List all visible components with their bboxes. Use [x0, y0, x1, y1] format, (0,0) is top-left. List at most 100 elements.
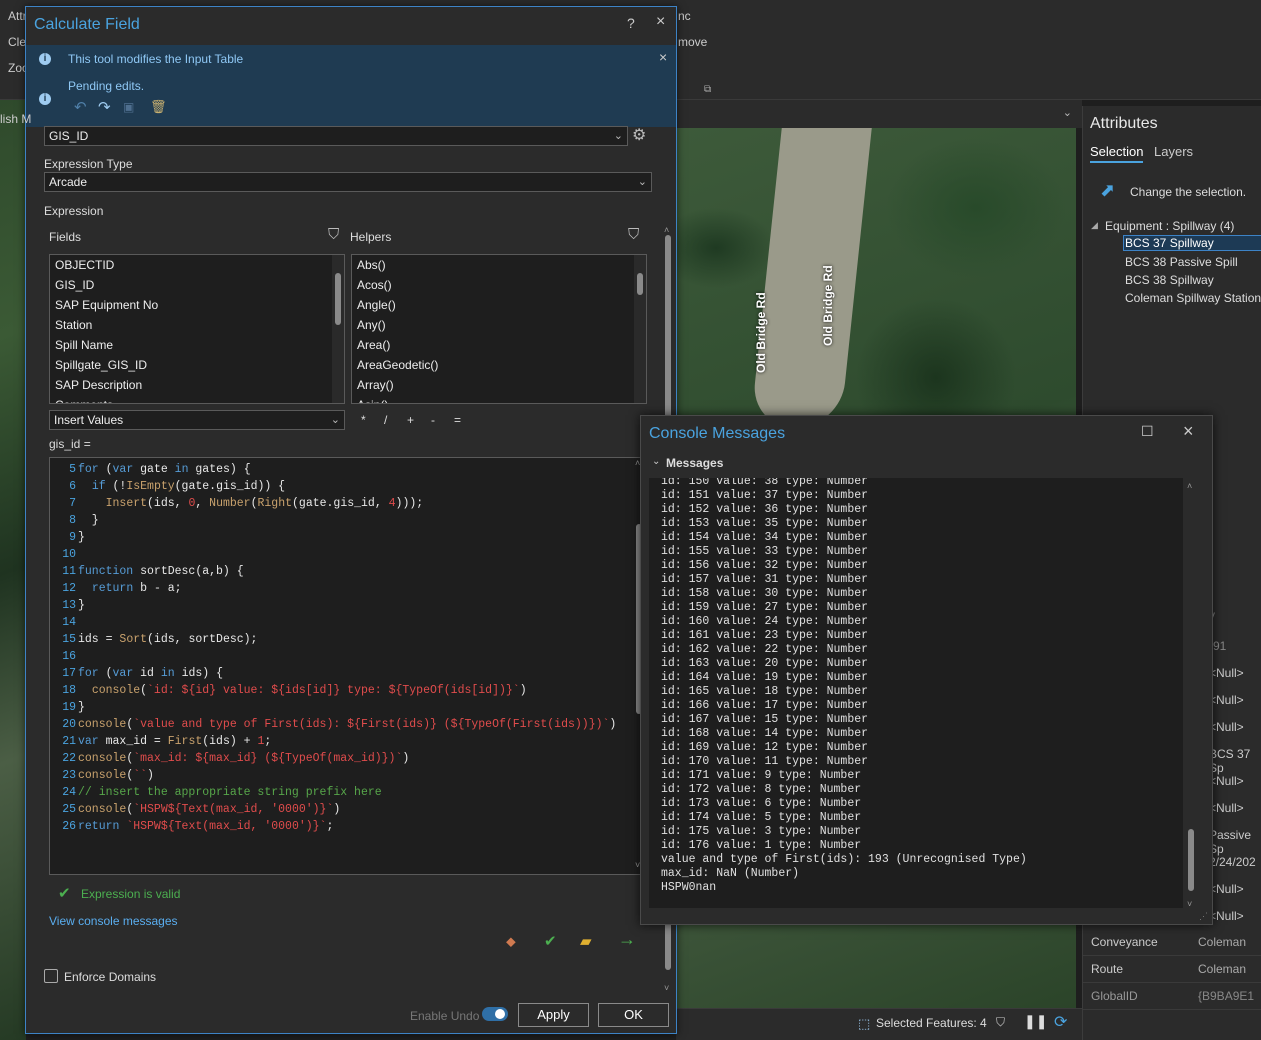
attribute-value[interactable]: <Null>	[1209, 666, 1244, 680]
list-item[interactable]: AreaGeodetic()	[352, 355, 646, 375]
operator-equals-button[interactable]: =	[454, 413, 461, 427]
scrollbar[interactable]: ˄ ˅	[1185, 481, 1197, 911]
expression-type-select[interactable]: Arcade ⌄	[44, 172, 652, 192]
list-item[interactable]: GIS_ID	[50, 275, 344, 295]
refresh-icon[interactable]: ⟳	[1054, 1012, 1067, 1032]
insert-values-select[interactable]: Insert Values ⌄	[49, 410, 345, 430]
selected-features-count[interactable]: Selected Features: 4	[876, 1016, 987, 1030]
list-item[interactable]: Asin()	[352, 395, 646, 403]
scrollbar[interactable]	[634, 255, 646, 403]
operator-divide-button[interactable]: /	[384, 413, 387, 427]
expression-editor[interactable]: 5 6 7 8 9 10 11 12 13 14 15 16 17 18 19 20 21 22 23 24 25 26 …	[49, 457, 646, 875]
code-line[interactable]: for (var id in ids) {	[78, 667, 223, 680]
scrollbar-thumb[interactable]	[335, 273, 341, 325]
code-line[interactable]: console(`HSPW${Text(max_id, '0000')}`)	[78, 803, 340, 816]
code-line[interactable]: return b - a;	[78, 582, 182, 595]
code-line[interactable]: }	[78, 531, 85, 544]
undo-icon[interactable]: ↶	[74, 98, 87, 116]
attribute-value[interactable]: Coleman	[1198, 962, 1261, 976]
maximize-icon[interactable]: ☐	[1141, 423, 1154, 440]
list-item[interactable]: Spill Name	[50, 335, 344, 355]
attribute-value[interactable]: <Null>	[1209, 801, 1244, 815]
map-view-left[interactable]	[0, 100, 26, 1040]
attribute-value[interactable]: <Null>	[1209, 882, 1244, 896]
scrollbar[interactable]	[332, 255, 344, 403]
change-selection-icon[interactable]: ⬈	[1100, 180, 1115, 201]
verify-icon[interactable]: ✔	[544, 932, 557, 950]
close-button[interactable]: ×	[656, 13, 665, 31]
help-button[interactable]: ?	[627, 15, 635, 31]
save-edits-icon[interactable]: ▣	[123, 100, 134, 114]
ribbon-attributes-label[interactable]: Attr	[8, 9, 27, 23]
filter-icon[interactable]: ⛉	[628, 226, 639, 243]
enforce-domains-checkbox[interactable]	[44, 969, 58, 983]
ribbon-remove-label[interactable]: move	[678, 35, 707, 49]
tab-layers[interactable]: Layers	[1154, 144, 1193, 159]
list-item[interactable]: Area()	[352, 335, 646, 355]
code-line[interactable]: // insert the appropriate string prefix …	[78, 786, 382, 799]
table-row[interactable]: Route Coleman	[1083, 956, 1261, 983]
chevron-down-icon[interactable]: ⌄	[652, 456, 660, 467]
list-item[interactable]: SAP Equipment No	[50, 295, 344, 315]
open-folder-icon[interactable]: ▰	[580, 932, 592, 950]
scrollbar-thumb[interactable]	[1188, 829, 1194, 891]
enable-undo-toggle[interactable]	[482, 1007, 508, 1021]
code-line[interactable]: ids = Sort(ids, sortDesc);	[78, 633, 257, 646]
code-line[interactable]: Insert(ids, 0, Number(Right(gate.gis_id,…	[78, 497, 424, 510]
operator-minus-button[interactable]: -	[431, 413, 435, 427]
list-item[interactable]: Any()	[352, 315, 646, 335]
scrollbar-thumb[interactable]	[637, 273, 643, 295]
tree-item[interactable]: Coleman Spillway Station	[1125, 291, 1261, 305]
attribute-value[interactable]: Coleman	[1198, 935, 1261, 949]
chevron-down-icon[interactable]: ⌄	[1063, 106, 1072, 119]
tree-group-spillway[interactable]: Equipment : Spillway (4)	[1105, 219, 1234, 233]
attribute-value[interactable]: <Null>	[1209, 720, 1244, 734]
scroll-up-icon[interactable]: ˄	[664, 225, 669, 235]
expand-triangle-icon[interactable]: ◢	[1091, 220, 1098, 231]
filter-icon[interactable]: ⛉	[996, 1015, 1005, 1030]
discard-edits-icon[interactable]: 🗑	[150, 99, 167, 115]
tree-item[interactable]: BCS 38 Passive Spill	[1125, 255, 1238, 269]
code-line[interactable]: console(`value and type of First(ids): $…	[78, 718, 616, 731]
code-line[interactable]: var max_id = First(ids) + 1;	[78, 735, 271, 748]
field-name-select[interactable]: GIS_ID ⌄	[44, 126, 628, 146]
resize-grip-icon[interactable]: ⋰	[1199, 911, 1208, 922]
attribute-value[interactable]: Passive Sp	[1209, 828, 1261, 856]
code-line[interactable]: }	[78, 599, 85, 612]
code-line[interactable]: console(`id: ${id} value: ${ids[id]} typ…	[78, 684, 527, 697]
code-line[interactable]: console(`max_id: ${max_id} (${TypeOf(max…	[78, 752, 409, 765]
scroll-down-icon[interactable]: ˅	[1187, 899, 1192, 909]
list-item[interactable]: Array()	[352, 375, 646, 395]
clear-expression-icon[interactable]: ⬥	[506, 933, 516, 950]
operator-plus-button[interactable]: +	[407, 413, 414, 427]
scroll-down-icon[interactable]: ˅	[664, 983, 669, 993]
attribute-value[interactable]: 2/24/202	[1209, 855, 1256, 869]
filter-icon[interactable]: ⛉	[328, 226, 339, 243]
close-icon[interactable]: ×	[659, 49, 667, 65]
attribute-value[interactable]: {B9BA9E1	[1198, 989, 1261, 1003]
messages-section-header[interactable]: Messages	[666, 456, 723, 470]
export-arrow-icon[interactable]: →	[618, 929, 636, 950]
attribute-value[interactable]: <Null>	[1209, 909, 1244, 923]
code-line[interactable]: function sortDesc(a,b) {	[78, 565, 244, 578]
code-line[interactable]: }	[78, 514, 99, 527]
gear-icon[interactable]: ⚙	[632, 125, 646, 145]
close-icon[interactable]: ×	[1183, 421, 1194, 442]
tree-item[interactable]: BCS 37 Spillway	[1123, 235, 1261, 251]
list-item[interactable]: Spillgate_GIS_ID	[50, 355, 344, 375]
list-item[interactable]: SAP Description	[50, 375, 344, 395]
list-item[interactable]: Acos()	[352, 275, 646, 295]
table-row[interactable]: Conveyance Coleman	[1083, 929, 1261, 956]
list-item[interactable]: Comments	[50, 395, 344, 403]
attribute-value[interactable]: BCS 37 Sp	[1209, 747, 1261, 775]
pause-icon[interactable]: ❚❚	[1024, 1013, 1047, 1030]
change-selection-link[interactable]: Change the selection.	[1130, 185, 1246, 199]
tab-selection[interactable]: Selection	[1090, 144, 1144, 163]
list-item[interactable]: OBJECTID	[50, 255, 344, 275]
ok-button[interactable]: OK	[598, 1003, 669, 1027]
fields-list[interactable]: OBJECTID GIS_ID SAP Equipment No Station…	[49, 254, 345, 404]
list-item[interactable]: Station	[50, 315, 344, 335]
ribbon-frag-nc[interactable]: nc	[678, 9, 691, 23]
scroll-up-icon[interactable]: ˄	[1187, 481, 1192, 491]
attribute-value[interactable]: <Null>	[1209, 774, 1244, 788]
